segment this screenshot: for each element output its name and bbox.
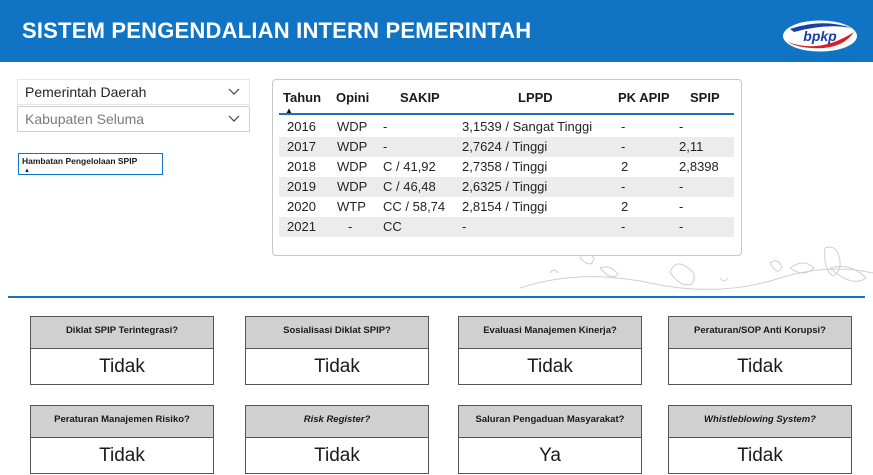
- government-level-slicer[interactable]: Pemerintah Daerah: [17, 79, 250, 105]
- cell-opini: WTP: [337, 199, 366, 214]
- table-row: 2021 - CC - - -: [279, 217, 734, 237]
- cell-opini: WDP: [337, 139, 368, 154]
- cell-pk-apip: -: [621, 219, 626, 234]
- card-value: Tidak: [668, 438, 852, 474]
- cell-sakip: C / 46,48: [383, 179, 436, 194]
- cell-lppd: 2,8154 / Tinggi: [462, 199, 548, 214]
- chevron-down-icon[interactable]: [227, 85, 241, 99]
- cell-pk-apip: 2: [621, 199, 629, 214]
- cell-lppd: 3,1539 / Sangat Tinggi: [462, 119, 593, 134]
- cell-tahun: 2021: [287, 219, 316, 234]
- chevron-down-icon[interactable]: [227, 112, 241, 126]
- column-header-opini[interactable]: Opini: [336, 90, 369, 105]
- hambatan-spip-button[interactable]: Hambatan Pengelolaan SPIP ▲: [18, 153, 163, 175]
- cell-tahun: 2019: [287, 179, 316, 194]
- cell-lppd: 2,7624 / Tinggi: [462, 139, 548, 154]
- cell-spip: -: [679, 119, 684, 134]
- card-title: Diklat SPIP Terintegrasi?: [30, 316, 214, 349]
- cell-lppd: 2,7358 / Tinggi: [462, 159, 548, 174]
- table-row: 2017 WDP - 2,7624 / Tinggi - 2,11: [279, 137, 734, 157]
- cell-pk-apip: 2: [621, 159, 629, 174]
- bpkp-logo: bpkp: [783, 20, 857, 52]
- card-value: Tidak: [30, 349, 214, 385]
- table-row: 2019 WDP C / 46,48 2,6325 / Tinggi - -: [279, 177, 734, 197]
- card-diklat-spip: Diklat SPIP Terintegrasi? Tidak: [30, 316, 214, 385]
- card-evaluasi-kinerja: Evaluasi Manajemen Kinerja? Tidak: [458, 316, 642, 385]
- cell-pk-apip: -: [621, 139, 626, 154]
- card-sosialisasi-diklat: Sosialisasi Diklat SPIP? Tidak: [245, 316, 429, 385]
- hambatan-spip-label: Hambatan Pengelolaan SPIP: [22, 156, 138, 166]
- region-slicer[interactable]: Kabupaten Seluma: [17, 106, 250, 132]
- card-saluran-pengaduan: Saluran Pengaduan Masyarakat? Ya: [458, 405, 642, 474]
- card-title: Sosialisasi Diklat SPIP?: [245, 316, 429, 349]
- card-title: Peraturan/SOP Anti Korupsi?: [668, 316, 852, 349]
- cell-tahun: 2020: [287, 199, 316, 214]
- column-header-lppd[interactable]: LPPD: [518, 90, 553, 105]
- cell-opini: WDP: [337, 159, 368, 174]
- column-header-tahun[interactable]: Tahun: [283, 90, 321, 105]
- cell-sakip: -: [383, 119, 388, 134]
- government-level-value: Pemerintah Daerah: [25, 84, 147, 100]
- sort-up-icon: ▲: [24, 168, 30, 174]
- cell-tahun: 2017: [287, 139, 316, 154]
- page-title: SISTEM PENGENDALIAN INTERN PEMERINTAH: [22, 18, 532, 43]
- card-title: Risk Register?: [245, 405, 429, 438]
- cell-pk-apip: -: [621, 179, 626, 194]
- card-value: Tidak: [245, 349, 429, 385]
- cell-tahun: 2018: [287, 159, 316, 174]
- card-title: Peraturan Manajemen Risiko?: [30, 405, 214, 438]
- table-row: 2018 WDP C / 41,92 2,7358 / Tinggi 2 2,8…: [279, 157, 734, 177]
- cell-opini: -: [348, 219, 353, 234]
- header-underline: [279, 113, 734, 115]
- card-value: Ya: [458, 438, 642, 474]
- cell-spip: -: [679, 179, 684, 194]
- dashboard: SISTEM PENGENDALIAN INTERN PEMERINTAH bp…: [0, 0, 873, 475]
- card-title: Whistleblowing System?: [668, 405, 852, 438]
- card-value: Tidak: [668, 349, 852, 385]
- cell-sakip: C / 41,92: [383, 159, 436, 174]
- cell-spip: -: [679, 219, 684, 234]
- cell-spip: -: [679, 199, 684, 214]
- logo-text: bpkp: [803, 28, 837, 44]
- cell-spip: 2,11: [679, 139, 704, 154]
- cell-sakip: -: [383, 139, 388, 154]
- card-anti-korupsi: Peraturan/SOP Anti Korupsi? Tidak: [668, 316, 852, 385]
- performance-table: Tahun ▲ Opini SAKIP LPPD PK APIP SPIP 20…: [272, 79, 742, 256]
- card-risk-register: Risk Register? Tidak: [245, 405, 429, 474]
- cell-spip: 2,8398: [679, 159, 719, 174]
- cell-lppd: -: [462, 219, 467, 234]
- card-title: Saluran Pengaduan Masyarakat?: [458, 405, 642, 438]
- card-value: Tidak: [30, 438, 214, 474]
- cell-lppd: 2,6325 / Tinggi: [462, 179, 548, 194]
- cell-sakip: CC: [383, 219, 402, 234]
- column-header-spip[interactable]: SPIP: [690, 90, 720, 105]
- cell-opini: WDP: [337, 119, 368, 134]
- cell-tahun: 2016: [287, 119, 316, 134]
- column-header-pk-apip[interactable]: PK APIP: [618, 90, 670, 105]
- card-whistleblowing: Whistleblowing System? Tidak: [668, 405, 852, 474]
- table-row: 2016 WDP - 3,1539 / Sangat Tinggi - -: [279, 117, 734, 137]
- card-title: Evaluasi Manajemen Kinerja?: [458, 316, 642, 349]
- header-bar: SISTEM PENGENDALIAN INTERN PEMERINTAH bp…: [0, 0, 873, 62]
- cell-pk-apip: -: [621, 119, 626, 134]
- region-value: Kabupaten Seluma: [25, 111, 145, 127]
- column-header-sakip[interactable]: SAKIP: [400, 90, 440, 105]
- card-value: Tidak: [245, 438, 429, 474]
- cell-sakip: CC / 58,74: [383, 199, 446, 214]
- cell-opini: WDP: [337, 179, 368, 194]
- section-divider: [8, 296, 865, 298]
- table-row: 2020 WTP CC / 58,74 2,8154 / Tinggi 2 -: [279, 197, 734, 217]
- card-value: Tidak: [458, 349, 642, 385]
- card-manajemen-risiko: Peraturan Manajemen Risiko? Tidak: [30, 405, 214, 474]
